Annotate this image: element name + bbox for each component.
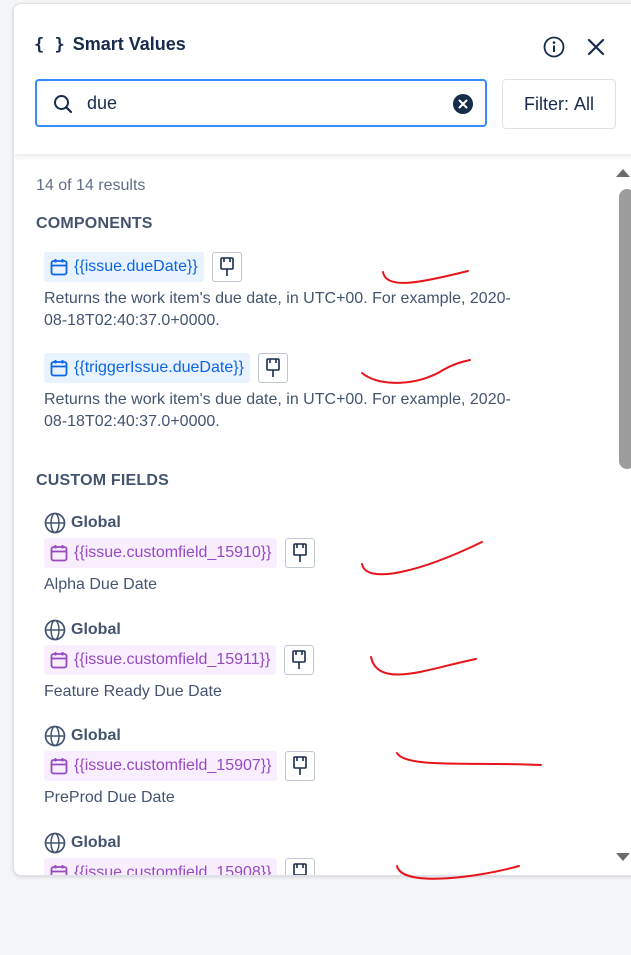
calendar-icon [50, 651, 68, 669]
globe-icon [44, 725, 66, 747]
braces-icon: { } [34, 34, 65, 55]
token-text: {{issue.customfield_15907}} [74, 757, 272, 774]
insert-button[interactable] [285, 751, 316, 781]
token-text: {{issue.customfield_15910}} [74, 544, 272, 561]
globe-icon [44, 619, 66, 641]
scope-label: Global [71, 621, 121, 638]
item-description: PreProd Due Date [44, 789, 175, 806]
scope-label: Global [71, 727, 121, 744]
token-text: {{issue.customfield_15911}} [74, 651, 271, 668]
globe-icon [44, 832, 66, 854]
section-custom-fields-label: CUSTOM FIELDS [36, 472, 169, 489]
scrollbar[interactable] [609, 154, 631, 875]
smart-value-token[interactable]: {{issue.dueDate}} [44, 252, 204, 282]
search-field[interactable] [35, 79, 487, 127]
item-description: Feature Ready Due Date [44, 683, 222, 700]
scope-label: Global [71, 514, 121, 531]
insert-button[interactable] [284, 645, 315, 675]
insert-button[interactable] [285, 858, 316, 875]
smart-value-token[interactable]: {{issue.customfield_15910}} [44, 538, 278, 568]
scroll-up-arrow[interactable] [616, 169, 630, 177]
results-list: 14 of 14 results COMPONENTS {{issue.dueD… [14, 154, 609, 875]
calendar-icon [50, 757, 68, 775]
smart-value-token[interactable]: {{issue.customfield_15911}} [44, 645, 277, 675]
results-count: 14 of 14 results [36, 177, 146, 194]
filter-label: Filter: [523, 93, 569, 114]
insert-button[interactable] [285, 538, 316, 568]
list-item: Global {{issue.customfield_15908}} [44, 832, 316, 876]
insert-button[interactable] [257, 353, 288, 383]
token-text: {{triggerIssue.dueDate}} [74, 359, 244, 376]
list-item: Global {{issue.customfield_15907}} PrePr… [44, 725, 514, 809]
list-item: Global {{issue.customfield_15911}} Featu… [44, 619, 514, 703]
title-row: { } Smart Values [34, 34, 186, 55]
calendar-icon [50, 258, 68, 276]
scroll-thumb[interactable] [619, 189, 631, 469]
item-description: Returns the work item's due date, in UTC… [44, 290, 511, 329]
calendar-icon [50, 864, 68, 875]
panel-header: { } Smart Values Filter: All [14, 4, 631, 154]
token-text: {{issue.customfield_15908}} [74, 864, 272, 876]
search-input[interactable] [87, 91, 427, 115]
search-icon [53, 94, 73, 119]
token-text: {{issue.dueDate}} [74, 258, 198, 275]
scope-label: Global [71, 834, 121, 851]
smart-value-token[interactable]: {{triggerIssue.dueDate}} [44, 353, 250, 383]
scroll-down-arrow[interactable] [616, 853, 630, 861]
filter-value: All [574, 93, 595, 114]
smart-value-token[interactable]: {{issue.customfield_15907}} [44, 751, 278, 781]
info-icon[interactable] [542, 35, 566, 59]
panel-title: Smart Values [72, 34, 186, 54]
smart-value-token[interactable]: {{issue.customfield_15908}} [44, 858, 278, 876]
calendar-icon [50, 359, 68, 377]
insert-button[interactable] [211, 252, 242, 282]
calendar-icon [50, 544, 68, 562]
list-item: {{issue.dueDate}} Returns the work item'… [44, 252, 514, 332]
clear-icon[interactable] [453, 94, 473, 119]
smart-values-panel: { } Smart Values Filter: All 14 of 14 re… [13, 3, 631, 876]
item-description: Returns the work item's due date, in UTC… [44, 391, 511, 430]
filter-button[interactable]: Filter: All [502, 79, 616, 129]
list-item: Global {{issue.customfield_15910}} Alpha… [44, 512, 514, 596]
item-description: Alpha Due Date [44, 576, 157, 593]
list-item: {{triggerIssue.dueDate}} Returns the wor… [44, 353, 514, 433]
globe-icon [44, 512, 66, 534]
close-icon[interactable] [584, 35, 608, 59]
section-components-label: COMPONENTS [36, 215, 153, 232]
